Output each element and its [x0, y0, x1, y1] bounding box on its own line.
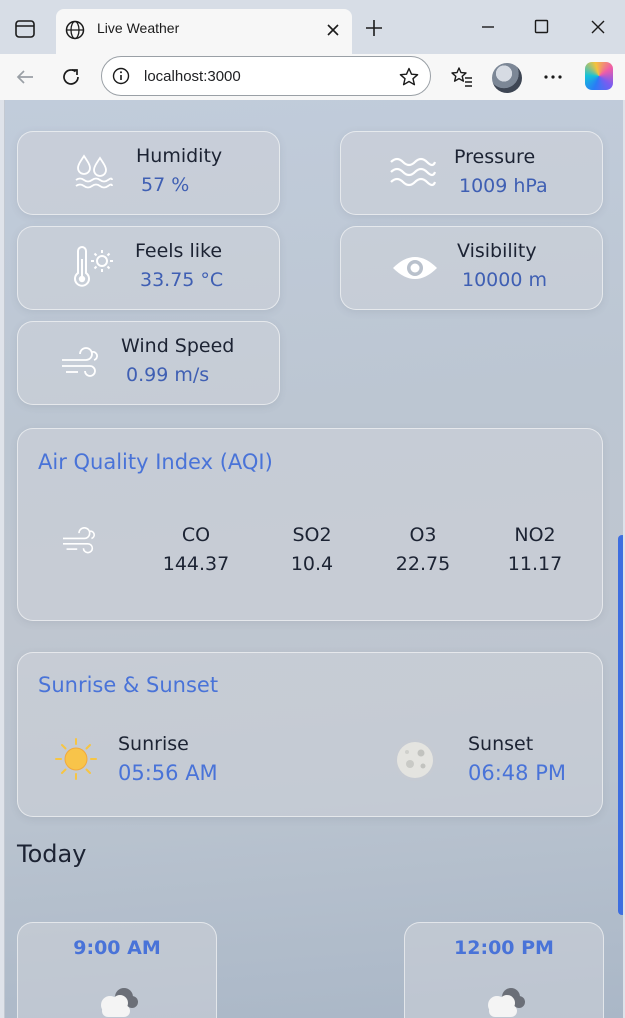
- close-tab-icon[interactable]: [324, 21, 342, 39]
- humidity-label: Humidity: [136, 145, 223, 167]
- aqi-card: Air Quality Index (AQI) CO 144.37 SO2 10…: [17, 428, 603, 621]
- sunrise-time: 05:56 AM: [118, 761, 218, 785]
- cloud-icon: [101, 988, 138, 1017]
- address-bar[interactable]: localhost:3000: [101, 56, 431, 96]
- profile-avatar[interactable]: [492, 63, 522, 93]
- eye-icon: [393, 257, 437, 279]
- wind-speed-label: Wind Speed: [121, 335, 235, 357]
- wind-speed-value: 0.99 m/s: [126, 364, 210, 386]
- more-options-icon[interactable]: [540, 64, 566, 90]
- forecast-card: 9:00 AM: [17, 922, 217, 1018]
- wind-icon: [63, 527, 95, 554]
- humidity-drops-icon: [75, 154, 113, 189]
- aqi-so2-label: SO2: [292, 524, 332, 546]
- humidity-value: 57 %: [141, 174, 190, 196]
- moon-icon: [394, 739, 436, 781]
- aqi-so2-value: 10.4: [290, 553, 334, 575]
- aqi-o3-label: O3: [409, 524, 437, 546]
- pressure-label: Pressure: [454, 146, 536, 168]
- address-url: localhost:3000: [144, 68, 241, 85]
- globe-icon: [65, 20, 85, 40]
- today-heading: Today: [17, 840, 87, 868]
- feels-like-card: Feels like 33.75 °C: [17, 226, 280, 310]
- aqi-o3-value: 22.75: [395, 553, 451, 575]
- pressure-card: Pressure 1009 hPa: [340, 131, 603, 215]
- minimize-icon[interactable]: [475, 14, 501, 40]
- favorites-icon[interactable]: [449, 64, 475, 90]
- sunset-label: Sunset: [468, 733, 534, 755]
- wind-icon: [62, 347, 98, 377]
- sunrise-label: Sunrise: [118, 733, 189, 755]
- browser-tab[interactable]: Live Weather: [56, 9, 352, 55]
- new-tab-icon[interactable]: [362, 16, 386, 40]
- info-icon[interactable]: [111, 66, 131, 86]
- browser-tab-bar: Live Weather: [0, 0, 625, 55]
- aqi-co-value: 144.37: [162, 553, 230, 575]
- visibility-label: Visibility: [457, 240, 537, 262]
- feels-like-label: Feels like: [135, 240, 223, 262]
- visibility-card: Visibility 10000 m: [340, 226, 603, 310]
- cloud-icon: [488, 988, 525, 1017]
- pressure-waves-icon: [390, 157, 437, 187]
- sun-icon: [55, 738, 97, 780]
- maximize-icon[interactable]: [528, 14, 554, 40]
- visibility-value: 10000 m: [462, 269, 547, 291]
- aqi-no2-value: 11.17: [507, 553, 563, 575]
- browser-toolbar: localhost:3000: [0, 54, 625, 100]
- humidity-card: Humidity 57 %: [17, 131, 280, 215]
- sidebar-toggle-icon[interactable]: [12, 16, 38, 42]
- page-scrollbar[interactable]: [618, 535, 623, 915]
- sun-title: Sunrise & Sunset: [38, 673, 219, 697]
- aqi-no2-label: NO2: [514, 524, 556, 546]
- aqi-title: Air Quality Index (AQI): [38, 450, 273, 474]
- copilot-icon[interactable]: [585, 62, 613, 90]
- sunset-time: 06:48 PM: [468, 761, 566, 785]
- close-window-icon[interactable]: [585, 14, 611, 40]
- forecast-time: 9:00 AM: [73, 937, 161, 959]
- aqi-co-label: CO: [181, 524, 211, 546]
- weather-page: Humidity 57 % Pressure 1009 hPa Feels li…: [4, 100, 623, 1018]
- feels-like-value: 33.75 °C: [140, 269, 224, 291]
- wind-speed-card: Wind Speed 0.99 m/s: [17, 321, 280, 405]
- forecast-card: 12:00 PM: [404, 922, 604, 1018]
- refresh-icon[interactable]: [58, 64, 84, 90]
- forecast-time: 12:00 PM: [454, 937, 554, 959]
- sunrise-sunset-card: Sunrise & Sunset Sunrise 05:56 AM Sunset…: [17, 652, 603, 817]
- back-arrow-icon[interactable]: [12, 64, 38, 90]
- thermometer-sun-icon: [74, 246, 113, 287]
- tab-title: Live Weather: [97, 20, 180, 36]
- pressure-value: 1009 hPa: [459, 175, 548, 197]
- favorite-star-icon[interactable]: [398, 66, 420, 88]
